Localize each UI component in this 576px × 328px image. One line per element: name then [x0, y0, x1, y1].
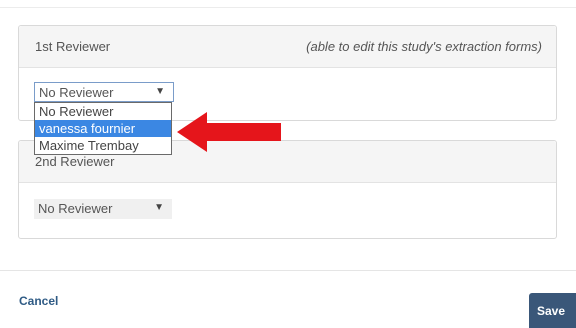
top-divider: [0, 7, 576, 8]
first-reviewer-header: 1st Reviewer (able to edit this study's …: [19, 26, 556, 68]
first-reviewer-title: 1st Reviewer: [35, 39, 111, 54]
first-reviewer-select[interactable]: No Reviewer ▼: [34, 82, 174, 102]
first-reviewer-note: (able to edit this study's extraction fo…: [306, 39, 542, 54]
caret-down-icon: ▼: [154, 202, 164, 213]
second-reviewer-select[interactable]: No Reviewer ▼: [34, 199, 172, 219]
dropdown-option-maxime-trembay[interactable]: Maxime Trembay: [35, 137, 171, 154]
dropdown-option-no-reviewer[interactable]: No Reviewer: [35, 103, 171, 120]
first-reviewer-select-value: No Reviewer: [39, 85, 114, 100]
caret-down-icon: ▼: [155, 86, 165, 97]
dropdown-option-vanessa-fournier[interactable]: vanessa fournier: [35, 120, 171, 137]
first-reviewer-dropdown: No Reviewer vanessa fournier Maxime Trem…: [34, 102, 172, 155]
red-arrow-left-icon: [177, 112, 281, 152]
save-button[interactable]: Save: [529, 293, 576, 328]
footer-divider: [0, 270, 576, 271]
cancel-link[interactable]: Cancel: [19, 294, 58, 308]
second-reviewer-select-value: No Reviewer: [38, 201, 113, 216]
second-reviewer-title: 2nd Reviewer: [35, 154, 115, 169]
